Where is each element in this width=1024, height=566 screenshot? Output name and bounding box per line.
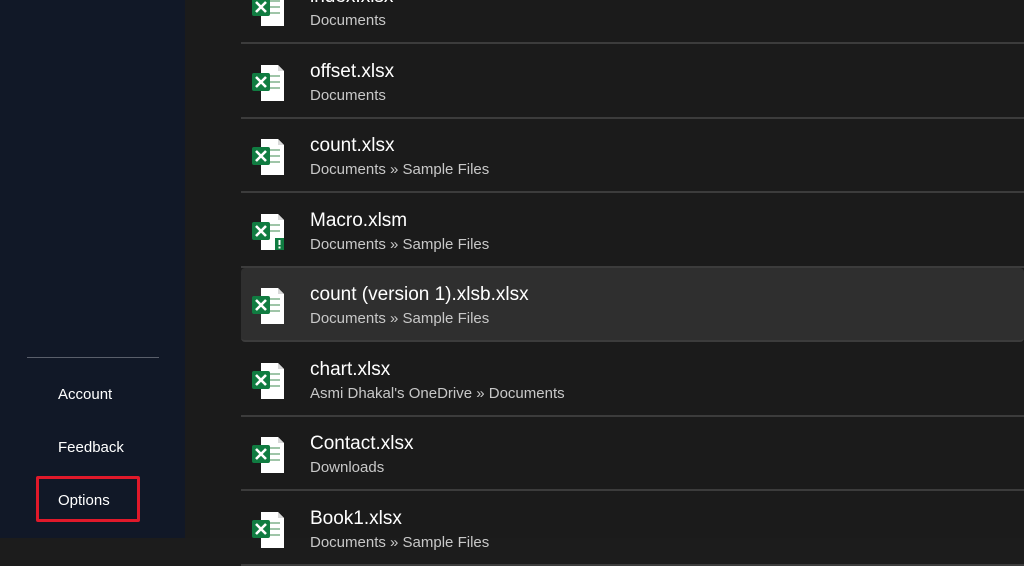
options-highlight-box [36,476,140,522]
file-row-selected[interactable]: count (version 1).xlsb.xlsx Documents » … [241,268,1024,342]
file-name: chart.xlsx [310,359,391,380]
file-path: Documents » Sample Files [310,161,490,178]
file-row[interactable]: Book1.xlsx Documents » Sample Files [241,492,1024,566]
excel-file-icon [252,512,284,548]
file-row[interactable]: index.xlsx Documents [241,0,1024,44]
file-name: offset.xlsx [310,61,395,82]
file-path: Documents » Sample Files [310,236,490,253]
file-row[interactable]: Macro.xlsm Documents » Sample Files [241,194,1024,268]
excel-file-icon [252,363,284,399]
excel-macro-file-icon [252,214,284,250]
excel-file-icon [252,65,284,101]
excel-file-icon [252,139,284,175]
account-link[interactable]: Account [58,386,112,403]
feedback-link[interactable]: Feedback [58,439,124,456]
file-path: Documents » Sample Files [310,534,490,551]
backstage-sidebar: Account Feedback Options [0,0,185,538]
file-row[interactable]: offset.xlsx Documents [241,45,1024,119]
file-row[interactable]: Contact.xlsx Downloads [241,417,1024,491]
file-path: Downloads [310,459,385,476]
file-name: count.xlsx [310,135,395,156]
file-name: Book1.xlsx [310,508,402,529]
file-row[interactable]: count.xlsx Documents » Sample Files [241,119,1024,193]
file-path: Documents [310,12,386,29]
sidebar-divider [27,357,159,358]
file-name: count (version 1).xlsb.xlsx [310,284,529,305]
excel-file-icon [252,437,284,473]
file-name: index.xlsx [310,0,393,8]
recent-files-list: index.xlsx Documents offset.xlsx Documen… [185,0,1024,566]
file-name: Contact.xlsx [310,433,414,454]
file-path: Documents [310,87,386,104]
excel-file-icon [252,0,284,26]
file-name: Macro.xlsm [310,210,408,231]
file-row[interactable]: chart.xlsx Asmi Dhakal's OneDrive » Docu… [241,343,1024,417]
file-path: Asmi Dhakal's OneDrive » Documents [310,385,565,402]
excel-file-icon [252,288,284,324]
file-path: Documents » Sample Files [310,310,490,327]
